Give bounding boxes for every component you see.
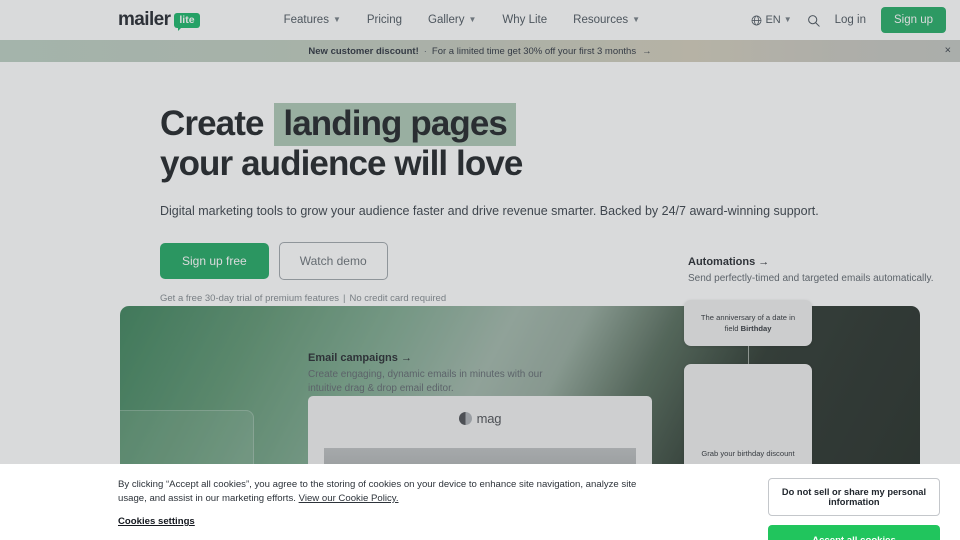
close-icon[interactable]: ×	[945, 45, 951, 57]
language-selector[interactable]: EN ▼	[751, 14, 792, 26]
fineprint-trial: Get a free 30-day trial of premium featu…	[160, 293, 339, 304]
automation-trigger-card[interactable]: The anniversary of a date in field Birth…	[684, 300, 812, 346]
nav-label-pricing: Pricing	[366, 14, 403, 26]
arrow-right-icon: →	[642, 45, 652, 57]
nav-item-gallery[interactable]: Gallery ▼	[428, 14, 476, 26]
promo-headline: New customer discount!	[308, 45, 419, 57]
email-preview-brand: mag	[308, 396, 652, 440]
logo-wordmark: mailer	[118, 9, 171, 30]
email-campaigns-title-text: Email campaigns	[308, 352, 398, 364]
email-campaigns-title: Email campaigns →	[308, 352, 574, 364]
email-campaigns-body: Create engaging, dynamic emails in minut…	[308, 369, 543, 394]
automation-flow: The anniversary of a date in field Birth…	[684, 300, 812, 472]
nav-item-features[interactable]: Features ▼	[284, 14, 341, 26]
signup-free-button[interactable]: Sign up free	[160, 243, 269, 279]
chevron-down-icon: ▼	[632, 15, 641, 24]
cookies-settings-link[interactable]: Cookies settings	[118, 515, 195, 529]
site-header: mailer lite Features ▼ Pricing Gallery ▼…	[0, 0, 960, 40]
promo-separator: ·	[423, 45, 427, 57]
email-campaigns-callout[interactable]: Email campaigns → Create engaging, dynam…	[308, 352, 574, 396]
automation-action-card[interactable]: Grab your birthday discount	[684, 364, 812, 472]
chevron-down-icon: ▼	[332, 15, 341, 24]
language-label: EN	[765, 14, 781, 26]
hero-title-part2: your audience will love	[160, 144, 523, 183]
arrow-right-icon: →	[758, 256, 770, 268]
hero-title-highlight: landing pages	[274, 103, 517, 146]
login-link[interactable]: Log in	[835, 14, 866, 26]
globe-icon	[751, 15, 762, 26]
watch-demo-button[interactable]: Watch demo	[278, 242, 388, 280]
flow-connector-line	[747, 346, 749, 364]
automations-body: Send perfectly-timed and targeted emails…	[688, 273, 934, 284]
arrow-right-icon: →	[400, 352, 412, 364]
signup-button-nav[interactable]: Sign up	[880, 7, 946, 33]
cookie-consent-banner: By clicking “Accept all cookies”, you ag…	[0, 464, 960, 540]
logo-badge: lite	[174, 12, 200, 31]
page-title: Create landing pages your audience will …	[160, 103, 720, 184]
action-label: Grab your birthday discount	[701, 449, 795, 458]
promo-banner[interactable]: New customer discount! · For a limited t…	[0, 40, 960, 62]
email-preview-brand-text: mag	[476, 410, 502, 426]
automations-title-text: Automations	[688, 256, 756, 268]
fineprint-nocard: No credit card required	[349, 293, 447, 304]
nav-label-resources: Resources	[573, 14, 629, 26]
do-not-sell-button[interactable]: Do not sell or share my personal informa…	[768, 478, 940, 516]
trigger-line2: field	[724, 324, 739, 333]
nav-item-pricing[interactable]: Pricing	[367, 14, 402, 26]
main-nav: Features ▼ Pricing Gallery ▼ Why Lite Re…	[284, 14, 640, 26]
cookie-policy-link[interactable]: View our Cookie Policy.	[299, 493, 399, 504]
nav-item-resources[interactable]: Resources ▼	[573, 14, 640, 26]
fineprint-divider: |	[343, 293, 346, 304]
chevron-down-icon: ▼	[468, 15, 477, 24]
hero-subtitle: Digital marketing tools to grow your aud…	[160, 204, 819, 218]
cookie-actions: Do not sell or share my personal informa…	[768, 478, 940, 540]
cookie-text-block: By clicking “Accept all cookies”, you ag…	[118, 478, 658, 529]
accept-all-cookies-button[interactable]: Accept all cookies	[768, 525, 940, 540]
chevron-down-icon: ▼	[783, 15, 792, 24]
hero-title-part1: Create	[160, 104, 264, 143]
trigger-line1: The anniversary of a date in	[700, 313, 796, 322]
nav-label-features: Features	[283, 14, 329, 26]
page-root: mailer lite Features ▼ Pricing Gallery ▼…	[0, 0, 960, 540]
nav-label-why-lite: Why Lite	[502, 14, 548, 26]
hero-fineprint: Get a free 30-day trial of premium featu…	[160, 293, 960, 304]
automations-callout[interactable]: Automations → Send perfectly-timed and t…	[688, 256, 938, 286]
nav-item-why-lite[interactable]: Why Lite	[502, 14, 547, 26]
nav-label-gallery: Gallery	[428, 14, 465, 26]
search-icon[interactable]	[807, 14, 820, 27]
header-actions: EN ▼ Log in Sign up	[751, 7, 946, 33]
trigger-field-name: Birthday	[740, 324, 772, 333]
automations-title: Automations →	[688, 256, 938, 268]
logo[interactable]: mailer lite	[118, 9, 200, 31]
mag-logo-icon	[458, 411, 472, 425]
promo-text: For a limited time get 30% off your firs…	[431, 45, 637, 57]
